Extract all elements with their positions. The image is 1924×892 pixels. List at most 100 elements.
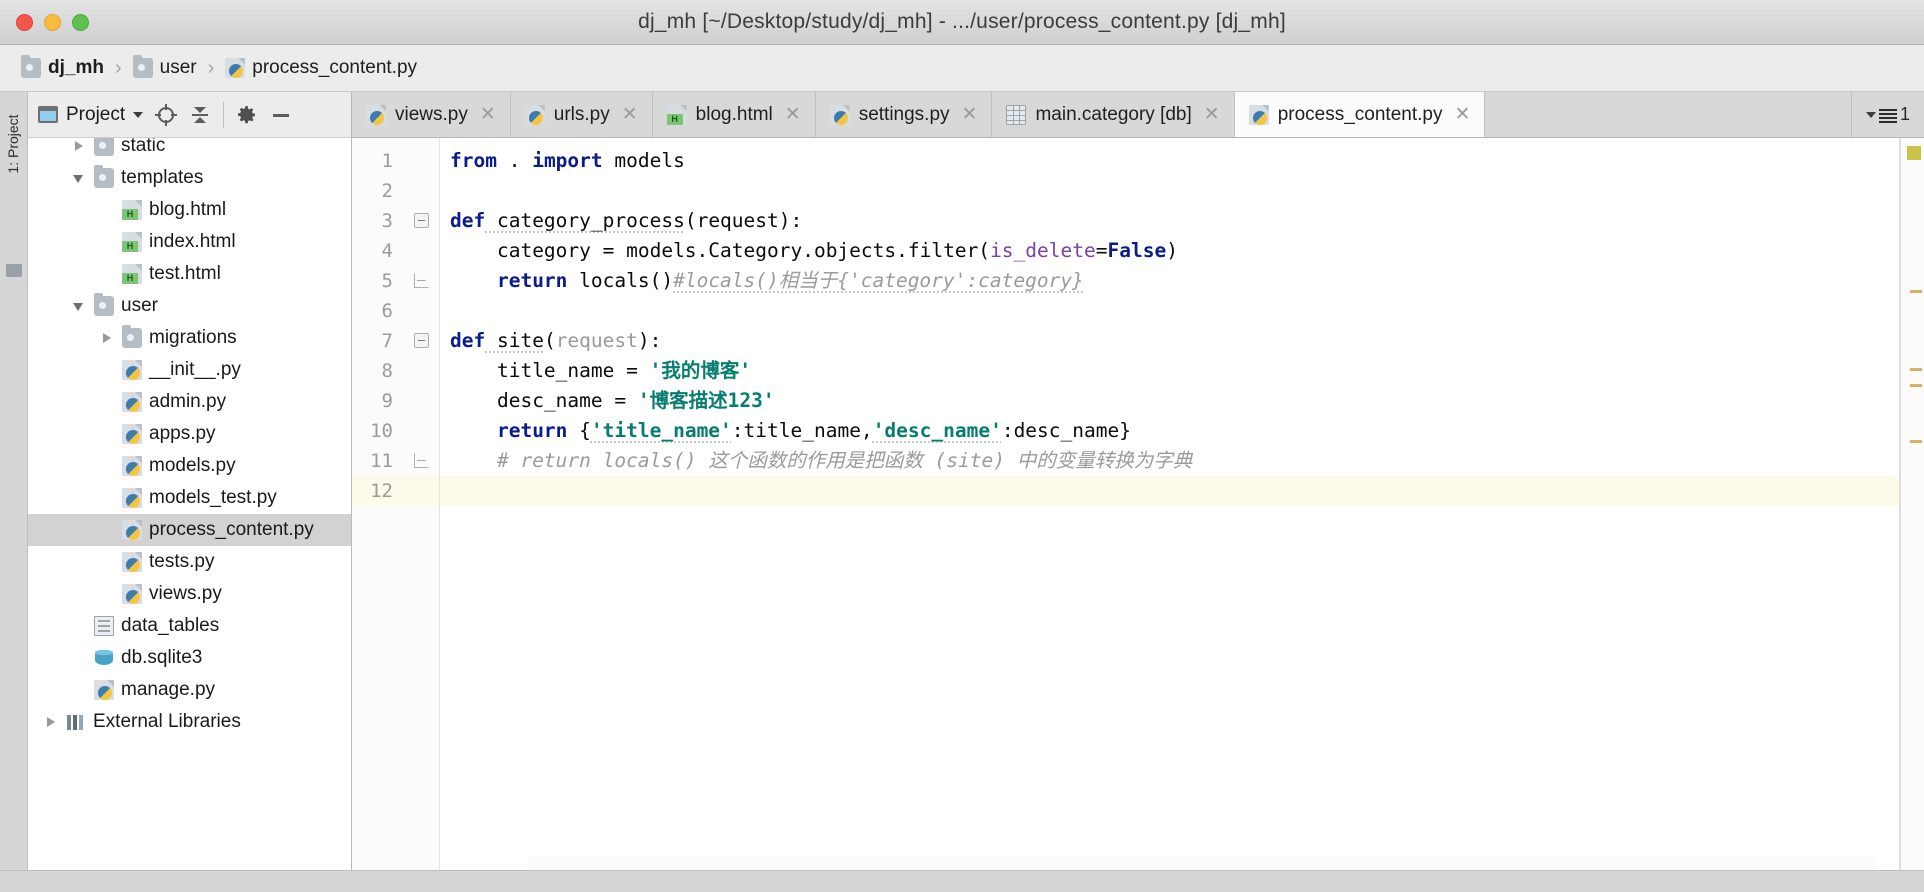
close-tab-icon[interactable]: ✕	[477, 105, 496, 124]
tree-item[interactable]: tests.py	[28, 546, 351, 578]
tree-item-label: admin.py	[149, 391, 227, 412]
tree-item-label: blog.html	[149, 199, 227, 220]
line-number: 6	[381, 300, 393, 322]
editor-tab[interactable]: process_content.py ✕	[1234, 92, 1486, 137]
editor-tab[interactable]: blog.html ✕	[652, 92, 816, 137]
editor-tab[interactable]: main.category [db] ✕	[992, 92, 1235, 137]
close-tab-icon[interactable]: ✕	[959, 105, 978, 124]
python-file-icon	[122, 360, 142, 380]
tree-item[interactable]: views.py	[28, 578, 351, 610]
tree-item[interactable]: user	[28, 290, 351, 322]
close-tab-icon[interactable]: ✕	[1451, 105, 1470, 124]
python-file-icon	[122, 424, 142, 444]
tree-item[interactable]: process_content.py	[28, 514, 351, 546]
minimize-button[interactable]	[44, 13, 61, 31]
python-file-icon	[122, 488, 142, 508]
hide-panel-button[interactable]	[266, 100, 296, 130]
editor[interactable]: 1 2 3 4 5 6 7 8 9 10 11 12 from . import models def…	[352, 138, 1924, 870]
tree-item[interactable]: manage.py	[28, 674, 351, 706]
marker-stripe[interactable]	[1910, 384, 1922, 387]
inspection-status-icon[interactable]	[1907, 146, 1921, 160]
breadcrumb-item-file[interactable]: process_content.py	[220, 57, 422, 79]
fold-toggle-icon[interactable]	[414, 213, 429, 228]
tree-item[interactable]: static	[28, 138, 351, 162]
tree-item[interactable]: models.py	[28, 450, 351, 482]
project-view-selector[interactable]: Project	[34, 102, 147, 128]
editor-tab[interactable]: urls.py ✕	[510, 92, 653, 137]
marker-stripe[interactable]	[1910, 368, 1922, 371]
token-keyword: return	[496, 269, 568, 292]
editor-tab-label: main.category [db]	[1035, 103, 1192, 125]
tree-item[interactable]: apps.py	[28, 418, 351, 450]
tree-item[interactable]: index.html	[28, 226, 351, 258]
close-tab-icon[interactable]: ✕	[1201, 105, 1220, 124]
project-tool-tab[interactable]: 1: Project	[0, 114, 28, 218]
structure-icon[interactable]	[6, 264, 22, 277]
editor-marker-bar[interactable]	[1900, 138, 1924, 870]
token-punct: :	[790, 209, 803, 232]
tree-item[interactable]: models_test.py	[28, 482, 351, 514]
project-tree[interactable]: static templates blog.html index.html test.h…	[28, 138, 351, 870]
fold-toggle-icon[interactable]	[414, 333, 429, 348]
token-punct: :	[649, 329, 662, 352]
close-tab-icon[interactable]: ✕	[619, 105, 638, 124]
tree-item-label: models.py	[149, 455, 236, 476]
tab-overflow-button[interactable]: 1	[1851, 92, 1924, 137]
token-keyword: from	[450, 149, 497, 172]
token-punct: =	[1095, 239, 1108, 262]
tree-item[interactable]: blog.html	[28, 194, 351, 226]
editor-code-area[interactable]: from . import models def category_proces…	[440, 138, 1900, 870]
table-icon	[1006, 104, 1027, 125]
chevron-down-icon[interactable]	[71, 298, 87, 314]
code-line-10: return {'title_name':title_name,'desc_na…	[440, 416, 1900, 446]
marker-stripe[interactable]	[1910, 290, 1922, 293]
token-text: desc_name =	[496, 389, 638, 412]
tree-item[interactable]: db.sqlite3	[28, 642, 351, 674]
editor-horizontal-scrollbar[interactable]	[528, 856, 1876, 870]
project-settings-button[interactable]	[232, 100, 262, 130]
editor-tab-label: urls.py	[553, 103, 610, 125]
chevron-right-icon[interactable]	[99, 330, 115, 346]
tree-item[interactable]: migrations	[28, 322, 351, 354]
tree-item[interactable]: templates	[28, 162, 351, 194]
tree-item[interactable]: data_tables	[28, 610, 351, 642]
breadcrumb-item-project[interactable]: dj_mh	[16, 55, 109, 79]
chevron-down-icon[interactable]	[71, 170, 87, 186]
tree-item-label: process_content.py	[149, 519, 314, 540]
editor-tabbar[interactable]: views.py✕urls.py✕blog.html✕settings.py✕m…	[352, 92, 1924, 138]
tree-item-label: migrations	[149, 327, 237, 348]
line-number: 1	[381, 150, 393, 172]
chevron-right-icon[interactable]	[71, 138, 87, 154]
project-tool-tab-label: 1: Project	[5, 114, 21, 174]
marker-stripe[interactable]	[1910, 440, 1922, 443]
close-tab-icon[interactable]: ✕	[782, 105, 801, 124]
chevron-right-icon[interactable]	[43, 714, 59, 730]
fold-end-icon[interactable]	[414, 273, 429, 288]
line-number: 8	[381, 360, 393, 382]
tree-item[interactable]: __init__.py	[28, 354, 351, 386]
select-opened-file-button[interactable]	[151, 100, 181, 130]
token-text: :desc_name	[1001, 419, 1120, 442]
zoom-button[interactable]	[72, 13, 89, 31]
fold-end-icon[interactable]	[414, 453, 429, 468]
tree-item[interactable]: test.html	[28, 258, 351, 290]
collapse-all-button[interactable]	[185, 100, 215, 130]
python-file-icon	[122, 584, 142, 604]
breadcrumb-label: user	[159, 57, 197, 78]
editor-tab[interactable]: views.py ✕	[352, 92, 511, 137]
close-button[interactable]	[16, 13, 33, 31]
editor-gutter[interactable]: 1 2 3 4 5 6 7 8 9 10 11 12	[352, 138, 440, 870]
window-titlebar: dj_mh [~/Desktop/study/dj_mh] - .../user…	[0, 0, 1924, 45]
token-punct: )	[1166, 239, 1178, 262]
breadcrumb-item-user[interactable]: user	[128, 55, 202, 79]
tree-item[interactable]: External Libraries	[28, 706, 351, 738]
python-file-icon	[122, 456, 142, 476]
tree-item[interactable]: admin.py	[28, 386, 351, 418]
chevron-down-icon	[133, 111, 144, 118]
project-tree-scroll[interactable]: static templates blog.html index.html test.h…	[28, 138, 351, 870]
editor-tab[interactable]: settings.py ✕	[815, 92, 993, 137]
